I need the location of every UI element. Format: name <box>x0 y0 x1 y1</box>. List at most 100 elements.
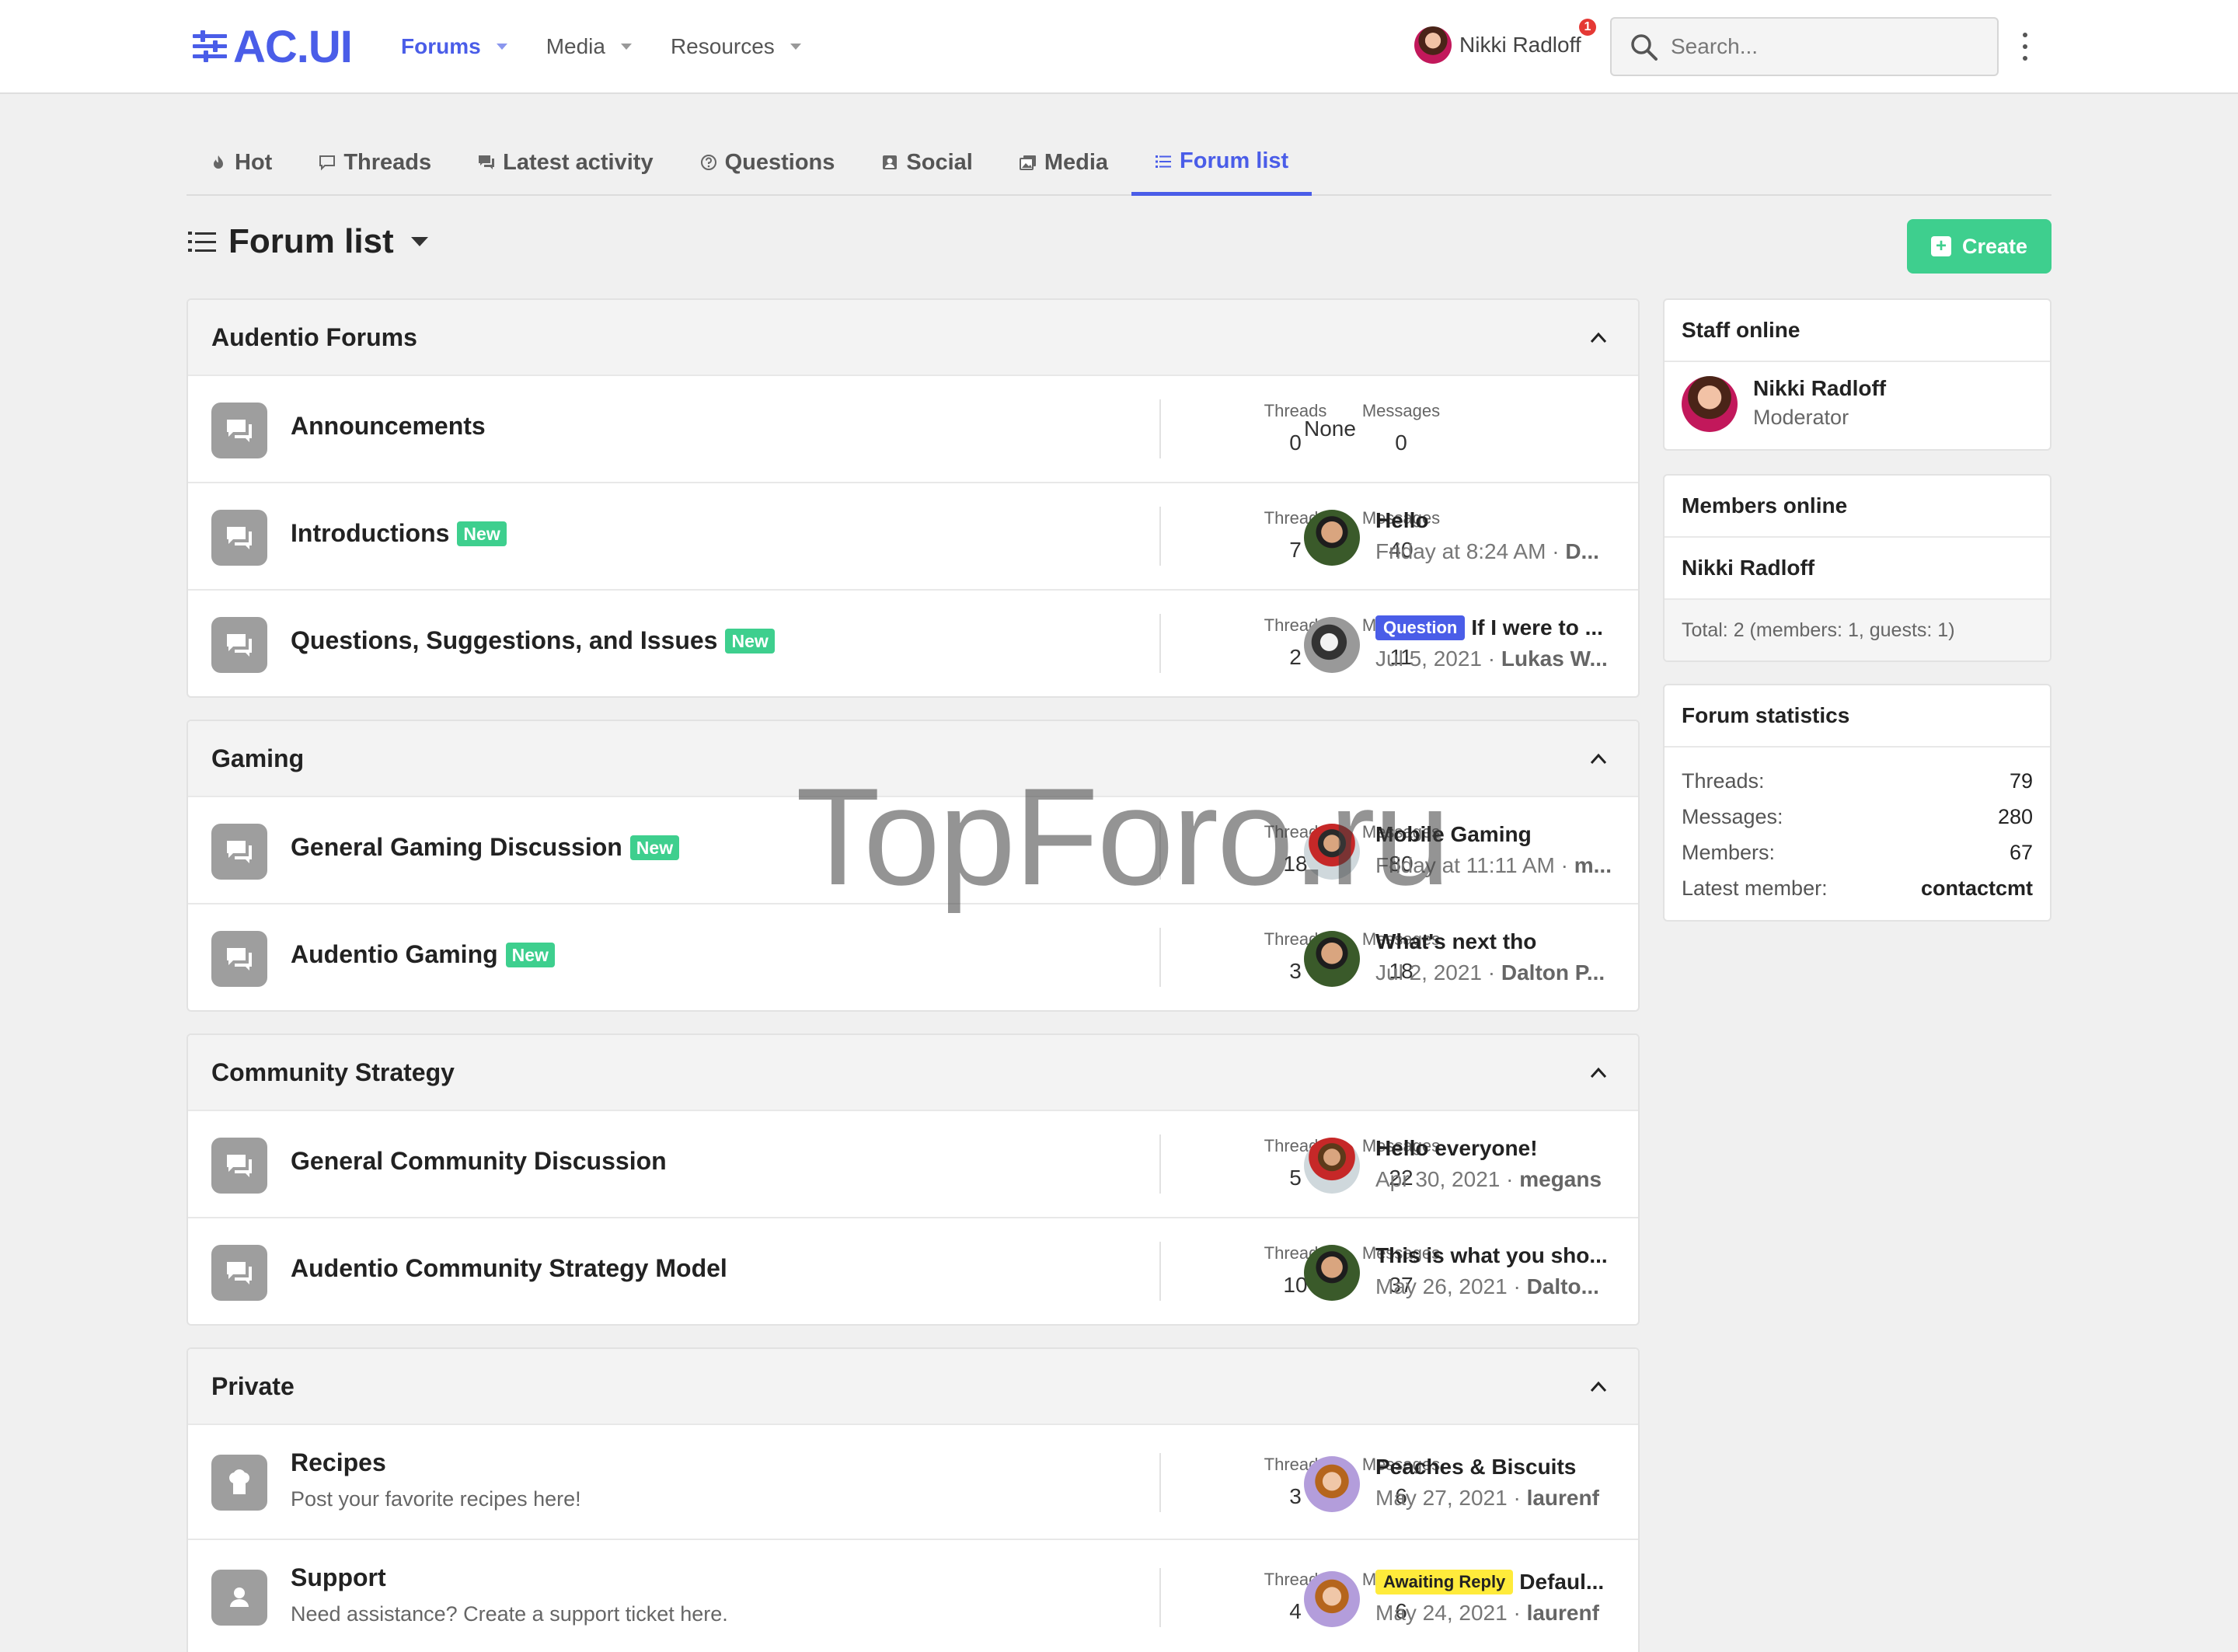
chevron-up-icon[interactable] <box>1590 751 1607 768</box>
forum-title[interactable]: General Gaming Discussion New <box>291 833 680 862</box>
avatar[interactable] <box>1304 617 1360 673</box>
last-post-title[interactable]: What's next tho <box>1375 929 1618 954</box>
last-post-meta: Friday at 11:11 AM · m... <box>1375 853 1612 877</box>
forum-node[interactable]: Introductions New Threads 7 Messages 40 Hel… <box>188 482 1638 589</box>
chevron-down-icon[interactable] <box>790 44 801 50</box>
tab-media[interactable]: Media <box>996 131 1131 194</box>
create-button-label: Create <box>1961 234 2028 258</box>
user-square-icon <box>883 155 898 169</box>
chevron-down-icon[interactable] <box>410 237 428 246</box>
nav-forums[interactable]: Forums <box>401 26 507 67</box>
forum-node[interactable]: General Gaming Discussion New Threads 18 M… <box>188 796 1638 903</box>
avatar[interactable] <box>1304 824 1360 880</box>
search-input[interactable] <box>1671 34 1982 59</box>
category-title: Community Strategy <box>211 1058 455 1086</box>
forum-title[interactable]: General Community Discussion <box>291 1147 667 1176</box>
main-nav: Forums Media Resources <box>401 26 840 67</box>
avatar[interactable] <box>1304 1245 1360 1301</box>
forum-title[interactable]: Audentio Gaming New <box>291 940 555 969</box>
forum-node[interactable]: Announcements Threads 0 Messages 0 None <box>188 375 1638 482</box>
stats-row: Messages: 280 <box>1682 804 2033 828</box>
site-logo[interactable]: AC.UI <box>191 22 353 72</box>
forum-node[interactable]: General Community Discussion Threads 5 Me… <box>188 1110 1638 1217</box>
tab-threads[interactable]: Threads <box>295 131 455 194</box>
forum-node[interactable]: Audentio Community Strategy Model Thread… <box>188 1217 1638 1324</box>
tab-questions[interactable]: Questions <box>677 131 859 194</box>
nav-media[interactable]: Media <box>546 26 632 67</box>
chevron-up-icon[interactable] <box>1590 329 1607 347</box>
forum-node[interactable]: Recipes Post your favorite recipes here!… <box>188 1424 1638 1539</box>
last-post-title[interactable]: Question If I were to ... <box>1375 615 1618 640</box>
staff-role: Moderator <box>1753 406 1849 429</box>
last-post: Awaiting Reply Defaul... May 24, 2021 · l… <box>1304 1568 1630 1630</box>
tab-latest-activity[interactable]: Latest activity <box>455 131 676 194</box>
more-menu-icon[interactable] <box>2017 33 2033 61</box>
last-post: Question If I were to ... Jul 5, 2021 · L… <box>1304 614 1630 676</box>
nav-resources[interactable]: Resources <box>671 26 801 67</box>
messages-stat: Messages 0 <box>1361 401 1441 455</box>
forum-node[interactable]: Support Need assistance? Create a suppor… <box>188 1539 1638 1652</box>
search-box[interactable] <box>1610 17 1999 76</box>
last-post-title[interactable]: Awaiting Reply Defaul... <box>1375 1570 1618 1594</box>
block-title: Forum statistics <box>1665 685 2050 748</box>
category-header[interactable]: Audentio Forums <box>188 300 1638 375</box>
chevron-down-icon[interactable] <box>496 44 507 50</box>
nav-media-label: Media <box>546 34 605 58</box>
tab-hot-label: Hot <box>235 149 273 175</box>
forum-comments-icon <box>211 931 267 987</box>
avatar[interactable] <box>1304 1571 1360 1627</box>
tab-social-label: Social <box>906 149 973 175</box>
block-title[interactable]: Staff online <box>1665 300 2050 362</box>
forum-title[interactable]: Introductions New <box>291 519 507 548</box>
page-title[interactable]: Forum list <box>188 222 428 261</box>
last-post: What's next tho Jul 2, 2021 · Dalton P..… <box>1304 928 1630 990</box>
last-post-title[interactable]: Peaches & Biscuits <box>1375 1455 1618 1479</box>
forum-node[interactable]: Questions, Suggestions, and Issues New Th… <box>188 589 1638 696</box>
avatar[interactable] <box>1304 510 1360 566</box>
tab-forum-list-label: Forum list <box>1180 148 1289 173</box>
category-header[interactable]: Gaming <box>188 721 1638 796</box>
last-post-title[interactable]: This is what you sho... <box>1375 1243 1618 1268</box>
avatar[interactable] <box>1304 931 1360 987</box>
chevron-up-icon[interactable] <box>1590 1378 1607 1396</box>
avatar[interactable] <box>1682 376 1738 432</box>
last-post-meta: Apr 30, 2021 · megans <box>1375 1167 1602 1191</box>
tab-hot[interactable]: Hot <box>186 131 295 194</box>
comment-icon <box>319 155 336 171</box>
forum-title[interactable]: Support <box>291 1563 386 1592</box>
avatar[interactable] <box>1304 1138 1360 1194</box>
latest-member-link[interactable]: contactcmt <box>1921 877 2033 901</box>
member-name[interactable]: Nikki Radloff <box>1665 538 2050 600</box>
category-header[interactable]: Private <box>188 1349 1638 1424</box>
chevron-down-icon[interactable] <box>620 44 632 50</box>
category-header[interactable]: Community Strategy <box>188 1035 1638 1110</box>
staff-name[interactable]: Nikki Radloff <box>1753 376 1886 401</box>
question-prefix: Question <box>1375 615 1466 640</box>
block-title[interactable]: Members online <box>1665 476 2050 538</box>
forum-description: Need assistance? Create a support ticket… <box>291 1602 728 1626</box>
members-online-block: Members online Nikki Radloff Total: 2 (m… <box>1663 474 2052 662</box>
last-post: Hello everyone! Apr 30, 2021 · megans <box>1304 1134 1630 1197</box>
last-post-title[interactable]: Mobile Gaming <box>1375 822 1618 847</box>
avatar[interactable] <box>1304 1456 1360 1512</box>
last-post-title[interactable]: Hello everyone! <box>1375 1136 1618 1161</box>
stat-divider <box>1159 1568 1161 1627</box>
list-icon <box>1156 155 1172 168</box>
forum-title[interactable]: Announcements <box>291 412 486 441</box>
new-badge: New <box>457 521 507 546</box>
category-title: Private <box>211 1371 295 1400</box>
create-button[interactable]: + Create <box>1907 219 2052 274</box>
forum-node[interactable]: Audentio Gaming New Threads 3 Messages 18 W… <box>188 903 1638 1010</box>
forum-title[interactable]: Audentio Community Strategy Model <box>291 1254 727 1283</box>
stat-divider <box>1159 821 1161 880</box>
category-title: Audentio Forums <box>211 322 417 351</box>
tab-social[interactable]: Social <box>858 131 995 194</box>
account-link[interactable]: Nikki Radloff 1 <box>1414 19 1596 64</box>
chevron-up-icon[interactable] <box>1590 1065 1607 1082</box>
last-post-title[interactable]: Hello <box>1375 508 1618 533</box>
forum-title[interactable]: Recipes <box>291 1448 386 1477</box>
tab-forum-list[interactable]: Forum list <box>1131 131 1312 196</box>
last-post-meta: Jul 2, 2021 · Dalton P... <box>1375 960 1605 985</box>
page-title-text: Forum list <box>228 222 394 260</box>
forum-title[interactable]: Questions, Suggestions, and Issues New <box>291 626 775 655</box>
